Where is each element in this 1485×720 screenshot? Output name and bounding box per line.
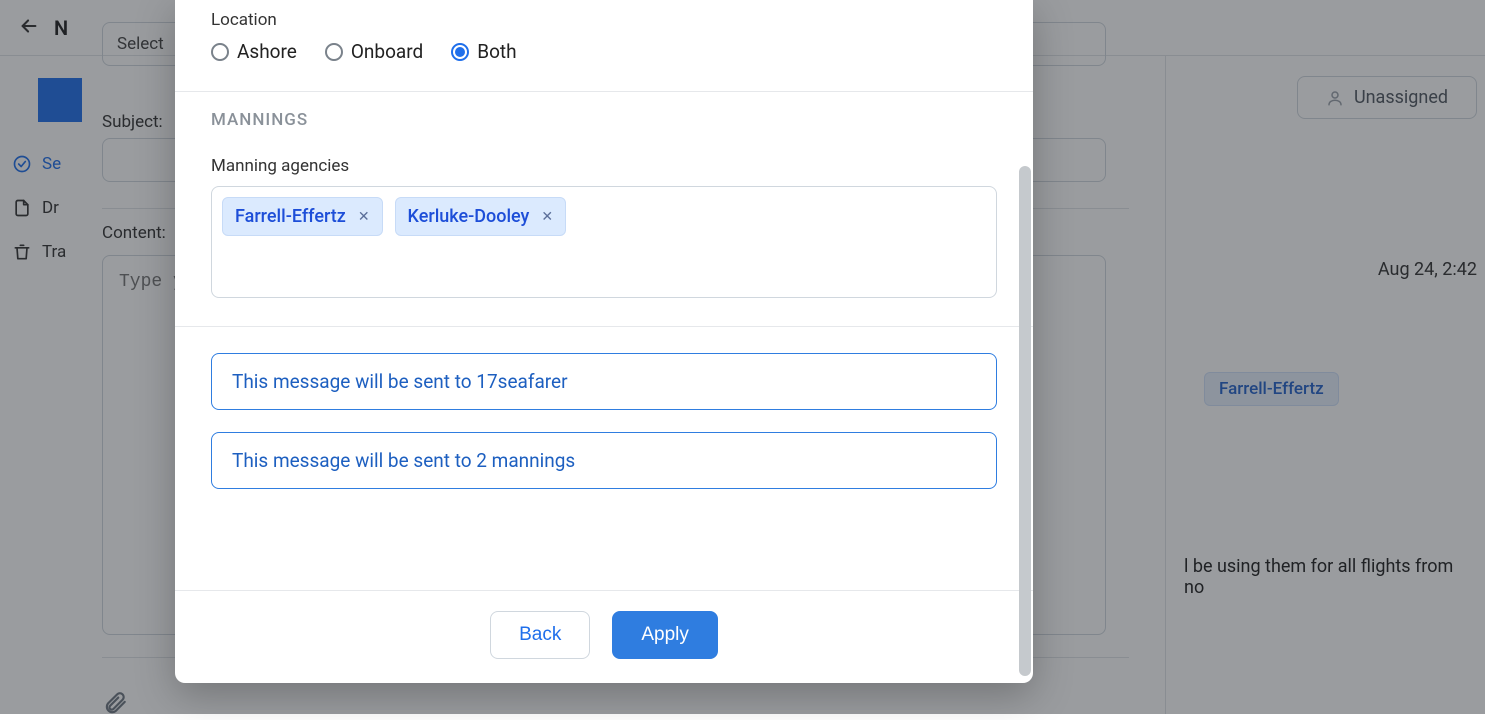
agency-chip[interactable]: Kerluke-Dooley ✕ (395, 197, 567, 236)
filter-modal: Location Ashore Onboard Both MANNINGS M (175, 0, 1033, 683)
info-text: This message will be sent to 2 mannings (232, 449, 575, 472)
radio-both[interactable]: Both (451, 40, 516, 63)
mannings-heading: MANNINGS (211, 110, 997, 130)
agency-chip[interactable]: Farrell-Effertz ✕ (222, 197, 383, 236)
radio-ashore[interactable]: Ashore (211, 40, 297, 63)
radio-dot-icon (325, 43, 343, 61)
modal-scrollbar[interactable] (1019, 166, 1031, 676)
info-suffix: seafarer (498, 370, 568, 393)
radio-label: Onboard (351, 40, 423, 63)
apply-button[interactable]: Apply (612, 611, 718, 659)
mannings-count-info: This message will be sent to 2 mannings (211, 432, 997, 489)
radio-dot-icon (451, 43, 469, 61)
agencies-input[interactable]: Farrell-Effertz ✕ Kerluke-Dooley ✕ (211, 186, 997, 298)
back-button[interactable]: Back (490, 611, 590, 659)
radio-label: Ashore (237, 40, 297, 63)
chip-label: Kerluke-Dooley (408, 206, 530, 227)
chip-label: Farrell-Effertz (235, 206, 346, 227)
info-count: 17 (476, 370, 497, 393)
seafarer-count-info: This message will be sent to 17seafarer (211, 353, 997, 410)
chip-remove-icon[interactable]: ✕ (358, 209, 370, 225)
radio-dot-icon (211, 43, 229, 61)
chip-remove-icon[interactable]: ✕ (541, 209, 553, 225)
location-radiogroup: Ashore Onboard Both (211, 40, 997, 63)
info-prefix: This message will be sent to (232, 370, 476, 393)
radio-label: Both (477, 40, 516, 63)
modal-footer: Back Apply (175, 590, 1033, 683)
modal-scroll[interactable]: Location Ashore Onboard Both MANNINGS M (175, 0, 1033, 590)
location-label: Location (211, 10, 997, 30)
radio-onboard[interactable]: Onboard (325, 40, 423, 63)
agencies-label: Manning agencies (211, 156, 997, 176)
